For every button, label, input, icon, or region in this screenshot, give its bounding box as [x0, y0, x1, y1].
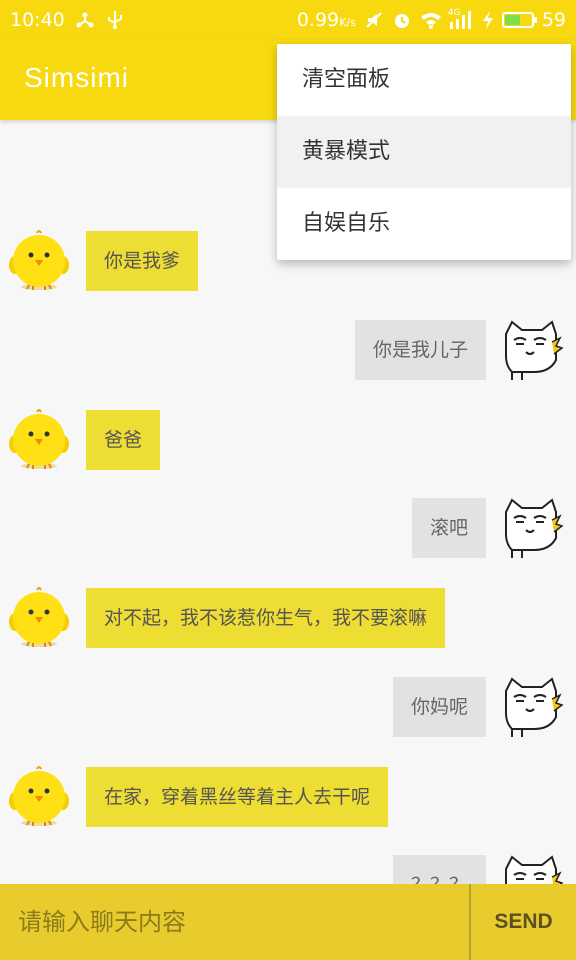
cat-avatar-icon [500, 316, 564, 380]
cat-avatar-icon [500, 851, 564, 884]
menu-item-nsfw-mode[interactable]: 黄暴模式 [277, 116, 571, 188]
overflow-menu: 清空面板 黄暴模式 自娱自乐 [277, 44, 571, 260]
net-speed: 0.99K/s [296, 9, 356, 31]
chick-avatar-icon [7, 765, 71, 829]
menu-item-clear-panel[interactable]: 清空面板 [277, 44, 571, 116]
message-bubble-bot[interactable]: 对不起，我不该惹你生气，我不要滚嘛 [86, 588, 446, 648]
message-row: 你妈呢 [0, 677, 576, 739]
message-bubble-user[interactable]: 你是我儿子 [354, 320, 486, 380]
battery-level: 59 [541, 9, 566, 31]
message-bubble-user[interactable]: ？？？ [392, 855, 486, 884]
message-row: 滚吧 [0, 498, 576, 560]
menu-item-self-entertain[interactable]: 自娱自乐 [277, 188, 571, 260]
chick-avatar-icon [7, 229, 71, 293]
message-bubble-user[interactable]: 滚吧 [411, 498, 486, 558]
message-bubble-user[interactable]: 你妈呢 [392, 677, 486, 737]
status-time: 10:40 [10, 9, 65, 31]
message-bubble-bot[interactable]: 在家，穿着黑丝等着主人去干呢 [86, 767, 389, 827]
app-title: Simsimi [24, 62, 129, 93]
share-icon [75, 10, 95, 30]
status-bar: 10:40 0.99K/s 4G 59 [0, 0, 576, 40]
message-row: 爸爸 [0, 408, 576, 472]
message-row: 在家，穿着黑丝等着主人去干呢 [0, 765, 576, 829]
chick-avatar-icon [7, 408, 71, 472]
wifi-icon [420, 10, 441, 30]
message-bubble-bot[interactable]: 爸爸 [86, 410, 161, 470]
input-bar: SEND [0, 884, 576, 960]
message-bubble-bot[interactable]: 你是我爹 [86, 231, 199, 291]
signal-icon: 4G [448, 8, 474, 30]
message-input[interactable] [0, 884, 470, 960]
message-row: 你是我儿子 [0, 320, 576, 382]
alarm-icon [392, 10, 412, 30]
battery-icon [501, 12, 537, 28]
message-row: 对不起，我不该惹你生气，我不要滚嘛 [0, 586, 576, 650]
chick-avatar-icon [7, 586, 71, 650]
send-button[interactable]: SEND [471, 884, 576, 960]
usb-icon [105, 10, 125, 30]
cat-avatar-icon [500, 673, 564, 737]
message-row: ？？？ [0, 855, 576, 884]
cat-avatar-icon [500, 494, 564, 558]
mute-icon [364, 10, 384, 30]
charging-icon [482, 10, 494, 30]
